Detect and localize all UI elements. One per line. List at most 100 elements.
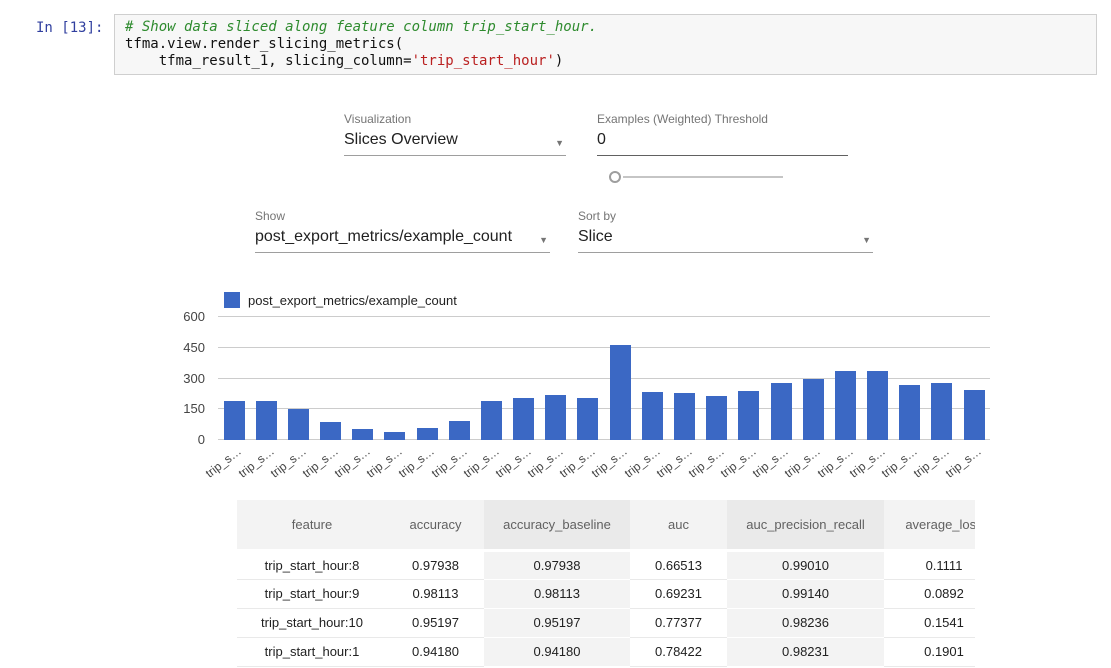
bar-slot xyxy=(829,317,861,440)
bar-2[interactable] xyxy=(288,409,309,440)
bar-7[interactable] xyxy=(449,421,470,440)
threshold-control: Examples (Weighted) Threshold 0 xyxy=(597,112,848,156)
bar-21[interactable] xyxy=(899,385,920,440)
bar-19[interactable] xyxy=(835,371,856,440)
bar-3[interactable] xyxy=(320,422,341,440)
table-header-row: featureaccuracyaccuracy_baselineaucauc_p… xyxy=(237,500,975,550)
code-line: tfma.view.render_slicing_metrics( xyxy=(125,36,1086,53)
bar-22[interactable] xyxy=(931,383,952,440)
table-cell: trip_start_hour:8 xyxy=(237,550,387,579)
bar-18[interactable] xyxy=(803,379,824,441)
bar-9[interactable] xyxy=(513,398,534,440)
show-dropdown[interactable]: post_export_metrics/example_count ▼ xyxy=(255,228,550,253)
bar-slot xyxy=(701,317,733,440)
x-tick: trip_s… xyxy=(958,442,990,474)
bar-slot xyxy=(411,317,443,440)
y-tick-label: 150 xyxy=(183,401,205,416)
notebook-page: In [13]: # Show data sliced along featur… xyxy=(0,0,1111,668)
table-cell: 0.78422 xyxy=(630,637,727,666)
visualization-value: Slices Overview xyxy=(344,131,458,148)
table-cell: 0.98236 xyxy=(727,608,884,637)
bar-1[interactable] xyxy=(256,401,277,440)
sort-dropdown[interactable]: Slice ▼ xyxy=(578,228,873,253)
table-cell: 0.98113 xyxy=(387,579,484,608)
slider-knob[interactable] xyxy=(609,171,621,183)
col-header-accuracy_baseline: accuracy_baseline xyxy=(484,500,630,550)
bar-15[interactable] xyxy=(706,396,727,440)
col-header-accuracy: accuracy xyxy=(387,500,484,550)
chart-legend: post_export_metrics/example_count xyxy=(224,292,457,308)
bar-slot xyxy=(218,317,250,440)
bar-0[interactable] xyxy=(224,401,245,440)
chevron-down-icon: ▼ xyxy=(539,235,548,245)
code-cell[interactable]: # Show data sliced along feature column … xyxy=(114,14,1097,75)
sort-value: Slice xyxy=(578,228,613,245)
table-cell: 0.97938 xyxy=(387,550,484,579)
bar-11[interactable] xyxy=(577,398,598,440)
visualization-label: Visualization xyxy=(344,112,566,126)
bar-chart xyxy=(218,317,990,440)
bar-8[interactable] xyxy=(481,401,502,440)
bar-slot xyxy=(604,317,636,440)
code-line: # Show data sliced along feature column … xyxy=(125,19,1086,36)
bar-slot xyxy=(636,317,668,440)
bar-20[interactable] xyxy=(867,371,888,440)
bar-14[interactable] xyxy=(674,393,695,440)
col-header-auc_precision_recall: auc_precision_recall xyxy=(727,500,884,550)
table-row: trip_start_hour:10.941800.941800.784220.… xyxy=(237,637,975,666)
x-axis: trip_s…trip_s…trip_s…trip_s…trip_s…trip_… xyxy=(218,442,990,474)
sort-label: Sort by xyxy=(578,209,873,223)
bar-6[interactable] xyxy=(417,428,438,440)
y-axis: 0150300450600 xyxy=(150,317,205,440)
bar-slot xyxy=(733,317,765,440)
table-cell: 0.94180 xyxy=(484,637,630,666)
bar-12[interactable] xyxy=(610,345,631,440)
show-control: Show post_export_metrics/example_count ▼ xyxy=(255,209,550,253)
table-cell: 0.97938 xyxy=(484,550,630,579)
table-cell: 0.69231 xyxy=(630,579,727,608)
bar-slot xyxy=(958,317,990,440)
table-cell: trip_start_hour:9 xyxy=(237,579,387,608)
chevron-down-icon: ▼ xyxy=(862,235,871,245)
table-cell: 0.0892 xyxy=(884,579,975,608)
table-row: trip_start_hour:80.979380.979380.665130.… xyxy=(237,550,975,579)
bar-slot xyxy=(250,317,282,440)
y-tick-label: 300 xyxy=(183,371,205,386)
y-tick-label: 600 xyxy=(183,309,205,324)
bar-13[interactable] xyxy=(642,392,663,440)
bar-slot xyxy=(347,317,379,440)
table-row: trip_start_hour:90.981130.981130.692310.… xyxy=(237,579,975,608)
col-header-auc: auc xyxy=(630,500,727,550)
table-cell: 0.95197 xyxy=(387,608,484,637)
bar-slot xyxy=(475,317,507,440)
bar-slot xyxy=(797,317,829,440)
bar-5[interactable] xyxy=(384,432,405,440)
bar-slot xyxy=(765,317,797,440)
visualization-dropdown[interactable]: Slices Overview ▼ xyxy=(344,131,566,156)
bar-slot xyxy=(894,317,926,440)
bar-4[interactable] xyxy=(352,429,373,440)
show-label: Show xyxy=(255,209,550,223)
legend-swatch xyxy=(224,292,240,308)
chevron-down-icon: ▼ xyxy=(555,138,564,148)
bar-23[interactable] xyxy=(964,390,985,440)
y-tick-label: 0 xyxy=(198,432,205,447)
bar-16[interactable] xyxy=(738,391,759,440)
show-value: post_export_metrics/example_count xyxy=(255,228,512,245)
y-tick-label: 450 xyxy=(183,340,205,355)
table-cell: 0.99010 xyxy=(727,550,884,579)
bar-17[interactable] xyxy=(771,383,792,440)
bar-slot xyxy=(282,317,314,440)
threshold-input[interactable]: 0 xyxy=(597,131,848,156)
table-cell: trip_start_hour:10 xyxy=(237,608,387,637)
bar-slot xyxy=(861,317,893,440)
bar-10[interactable] xyxy=(545,395,566,441)
bar-slot xyxy=(443,317,475,440)
sort-control: Sort by Slice ▼ xyxy=(578,209,873,253)
bar-slot xyxy=(508,317,540,440)
code-content: # Show data sliced along feature column … xyxy=(125,19,1086,70)
table-cell: 0.98231 xyxy=(727,637,884,666)
legend-label: post_export_metrics/example_count xyxy=(248,293,457,308)
threshold-slider[interactable] xyxy=(609,170,783,184)
table-row: trip_start_hour:100.951970.951970.773770… xyxy=(237,608,975,637)
